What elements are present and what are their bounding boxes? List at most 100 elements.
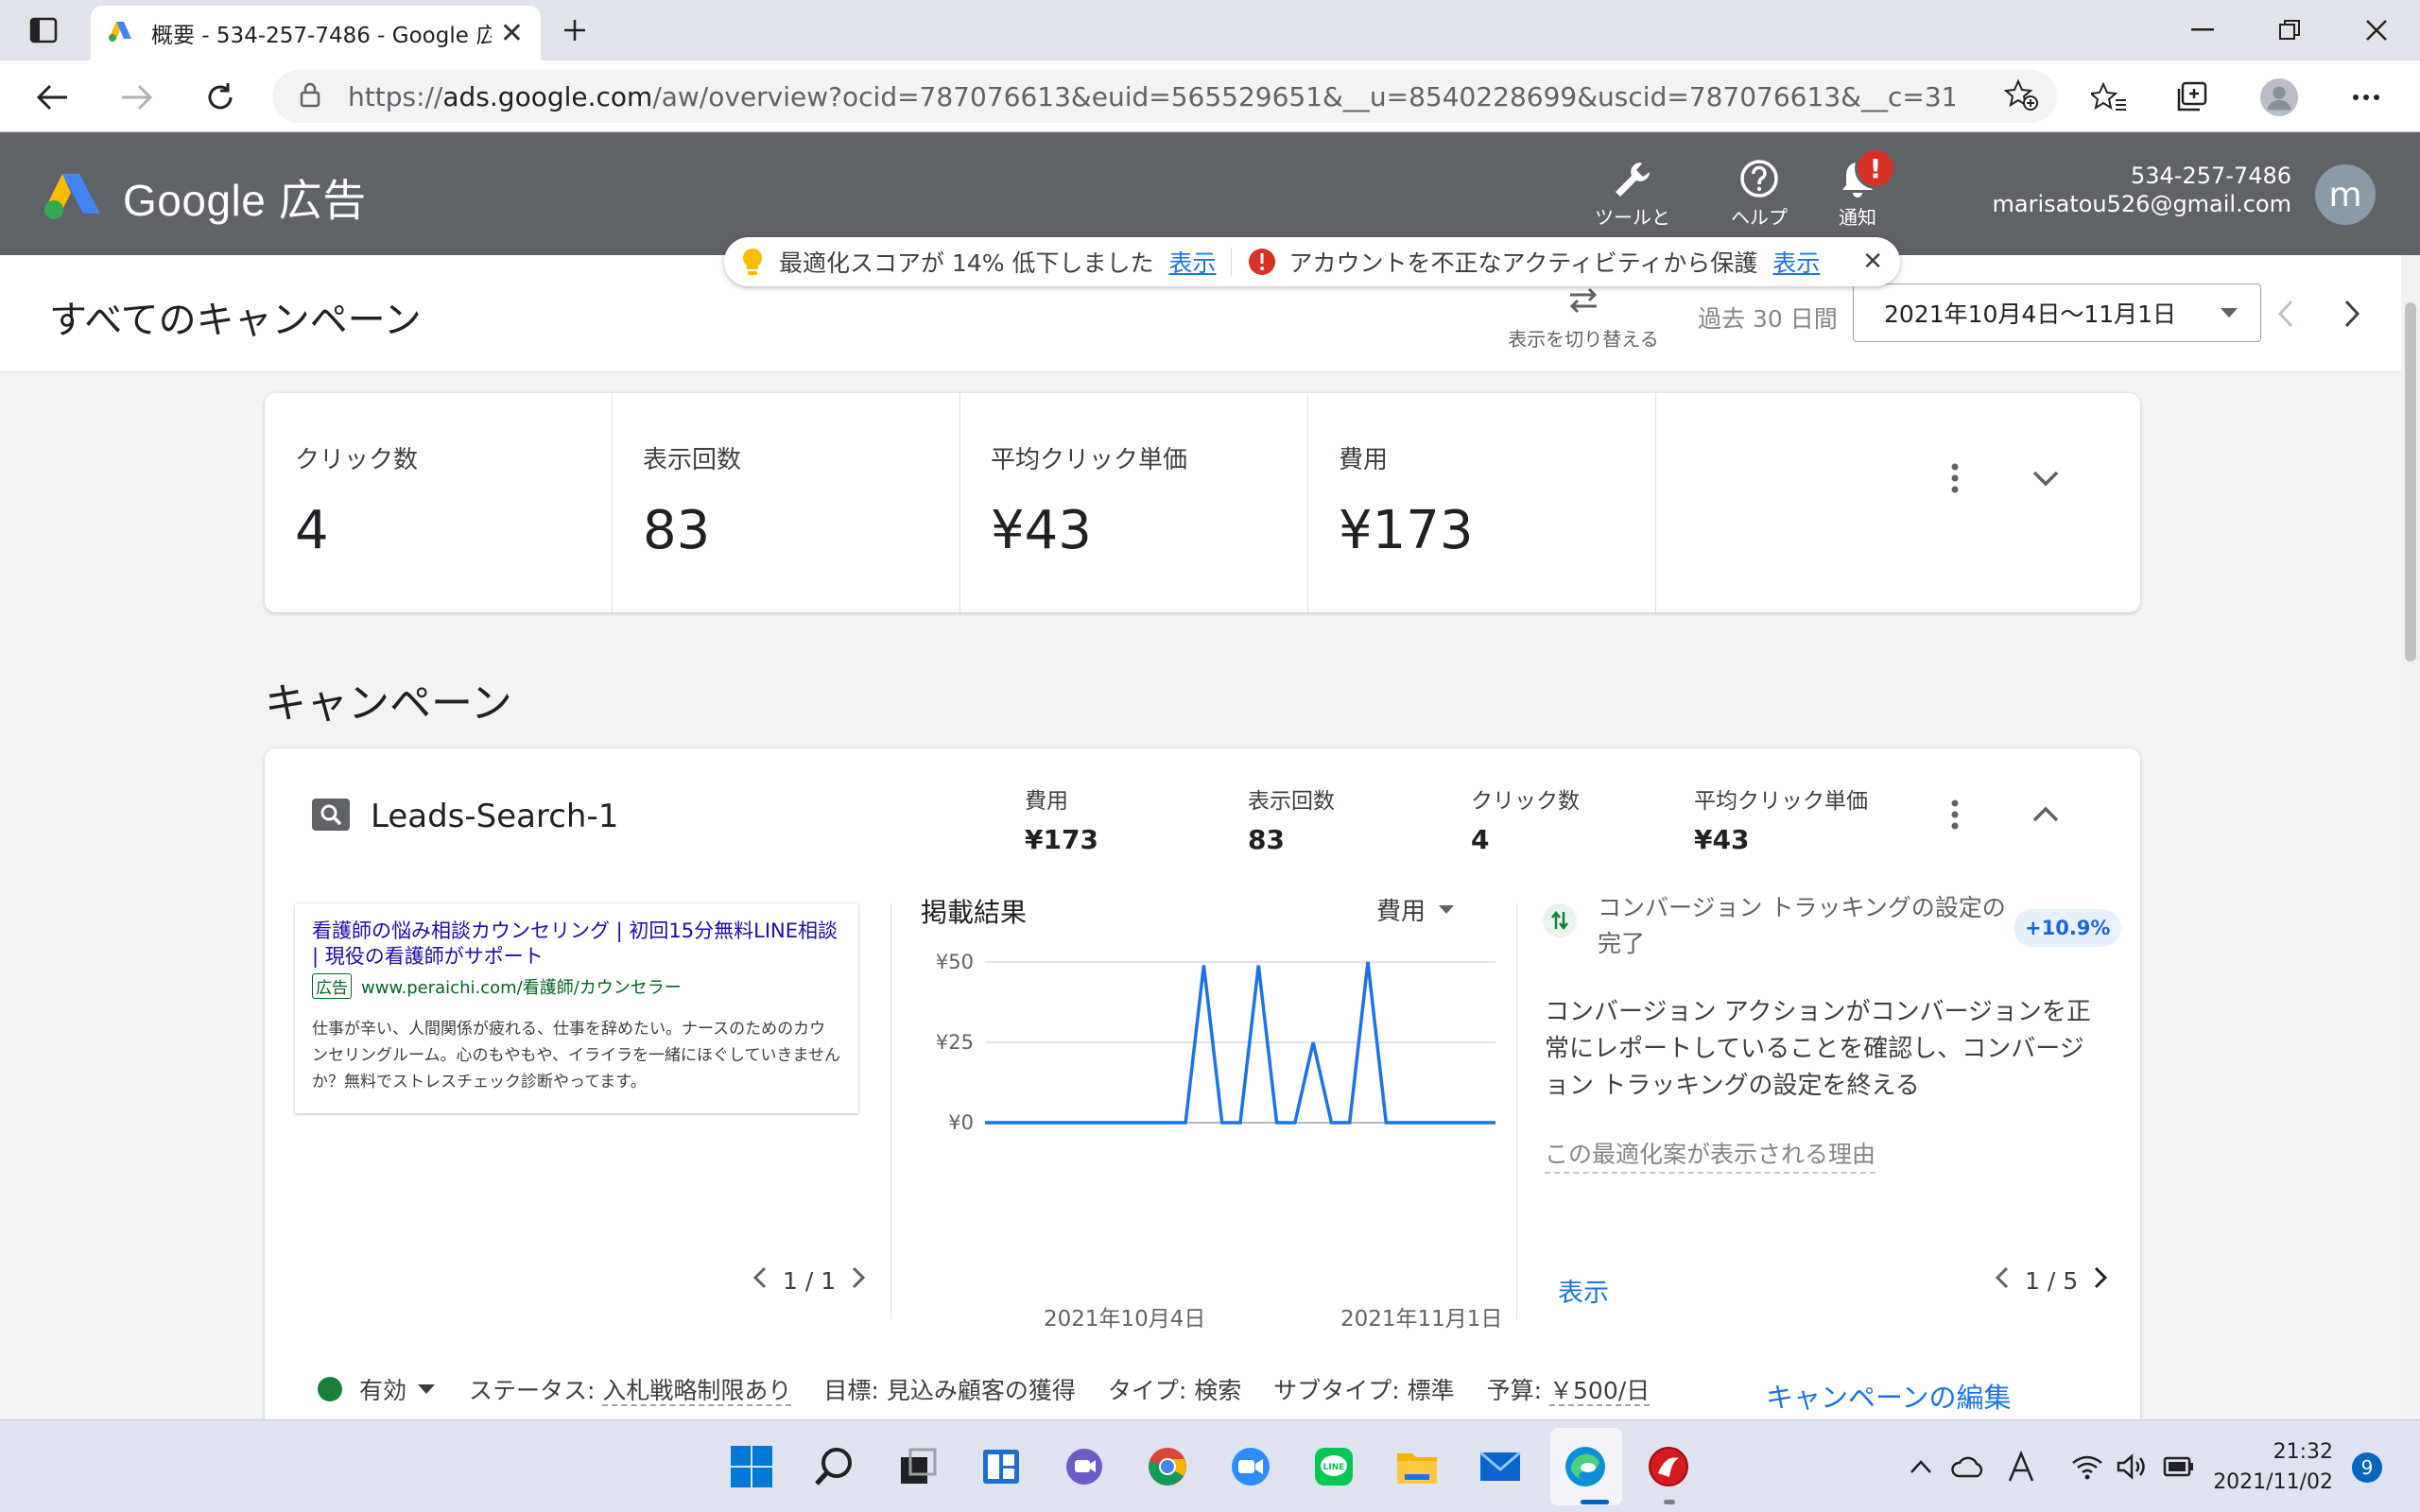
onedrive-icon[interactable] — [1949, 1441, 1987, 1492]
budget-value[interactable]: ￥500/日 — [1549, 1377, 1651, 1406]
dismiss-alert-icon[interactable]: ✕ — [1862, 248, 1883, 276]
system-clock[interactable]: 21:32 2021/11/02 — [2212, 1437, 2333, 1498]
battery-icon[interactable] — [2159, 1441, 2197, 1492]
collections-icon[interactable] — [2172, 77, 2212, 117]
collapse-icon[interactable] — [2029, 798, 2063, 835]
close-window-icon[interactable] — [2348, 11, 2405, 49]
help-label: ヘルプ — [1731, 206, 1788, 229]
status-label: ステータス: — [469, 1377, 596, 1404]
chevron-right-icon[interactable] — [851, 1266, 866, 1295]
status-value[interactable]: 入札戦略制限あり — [602, 1377, 792, 1406]
dropdown-caret-icon[interactable] — [418, 1384, 436, 1394]
score-alert-link[interactable]: 表示 — [1168, 245, 1216, 279]
account-info[interactable]: 534-257-7486 marisatou526@gmail.com — [1993, 163, 2292, 217]
clock-time: 21:32 — [2273, 1440, 2333, 1464]
chevron-up-icon[interactable] — [1904, 1441, 1938, 1492]
favorites-icon[interactable] — [2089, 77, 2129, 117]
help-button[interactable]: ヘルプ — [1707, 159, 1811, 230]
notification-count-badge[interactable]: 9 — [2352, 1452, 2382, 1483]
url-text[interactable]: https://ads.google.com/aw/overview?ocid=… — [348, 81, 1955, 112]
stat-label: クリック数 — [295, 446, 419, 474]
stat-impressions[interactable]: 表示回数 83 — [613, 393, 960, 612]
dropdown-caret-icon — [1439, 905, 1455, 914]
campaign-state[interactable]: 有効 — [359, 1372, 406, 1406]
recommendation-pager-text: 1 / 5 — [2025, 1266, 2079, 1295]
recommendation-why-link[interactable]: この最適化案が表示される理由 — [1545, 1136, 1876, 1174]
avatar[interactable]: m — [2315, 164, 2376, 225]
add-favorite-icon[interactable] — [2003, 78, 2038, 114]
security-alert-link[interactable]: 表示 — [1772, 245, 1820, 279]
lock-icon[interactable] — [299, 81, 321, 112]
campaign-name[interactable]: Leads-Search-1 — [371, 798, 618, 835]
recommendation-icon — [1543, 903, 1577, 937]
campaign-more-options-icon[interactable] — [1949, 798, 1961, 835]
next-period-icon[interactable] — [2335, 297, 2369, 331]
new-tab-icon[interactable] — [558, 13, 592, 47]
browser-tab-strip: 概要 - 534-257-7486 - Google 広告 ✕ — [0, 0, 2420, 60]
campaign-stat-avg-cpc: 平均クリック単価 ¥43 — [1694, 782, 1868, 855]
tools-button[interactable]: ツールと — [1581, 159, 1685, 230]
stat-cost[interactable]: 費用 ¥173 — [1308, 393, 1656, 612]
volume-icon[interactable] — [2114, 1441, 2152, 1492]
start-menu-icon[interactable] — [726, 1441, 777, 1492]
expand-icon[interactable] — [2029, 461, 2063, 499]
chevron-left-icon[interactable] — [752, 1266, 768, 1295]
previous-period-icon[interactable] — [2269, 297, 2303, 331]
back-icon[interactable] — [32, 77, 72, 117]
ad-url-row: 広告 www.peraichi.com/看護師/カウンセラー — [312, 973, 841, 999]
browser-tab-active[interactable]: 概要 - 534-257-7486 - Google 広告 ✕ — [91, 6, 541, 60]
address-bar[interactable]: https://ads.google.com/aw/overview?ocid=… — [272, 70, 2057, 123]
campaign-stat-value: 4 — [1471, 824, 1490, 855]
task-view-icon[interactable] — [892, 1441, 943, 1492]
stat-empty-slot[interactable] — [1656, 393, 2004, 612]
stat-label: 平均クリック単価 — [991, 446, 1188, 474]
clock-date: 2021/11/02 — [2213, 1470, 2333, 1494]
campaign-stat-impressions: 表示回数 83 — [1248, 782, 1335, 855]
search-icon[interactable] — [809, 1441, 860, 1492]
switch-view-button[interactable]: 表示を切り替える — [1503, 282, 1664, 352]
recommendation-show-link[interactable]: 表示 — [1558, 1272, 1609, 1309]
edit-campaign-link[interactable]: キャンペーンの編集 — [1766, 1376, 2012, 1416]
stat-clicks[interactable]: クリック数 4 — [265, 393, 613, 612]
minimize-icon[interactable] — [2174, 11, 2231, 49]
zoom-icon[interactable] — [1225, 1441, 1276, 1492]
chevron-left-icon[interactable] — [1995, 1266, 2010, 1295]
page-scrollbar[interactable] — [2401, 255, 2420, 1419]
tab-close-icon[interactable]: ✕ — [500, 17, 524, 50]
wifi-icon[interactable] — [2068, 1441, 2106, 1492]
performance-title: 掲載結果 — [921, 897, 1028, 928]
stat-value: 4 — [295, 500, 329, 561]
chart-y-tick-label: ¥25 — [936, 1031, 974, 1054]
widgets-icon[interactable] — [976, 1441, 1027, 1492]
more-menu-icon[interactable] — [2346, 77, 2386, 117]
chrome-icon[interactable] — [1142, 1441, 1193, 1492]
profile-icon[interactable] — [2259, 77, 2299, 117]
tab-actions-icon[interactable] — [26, 13, 60, 47]
forward-icon[interactable] — [117, 77, 157, 117]
tab-title: 概要 - 534-257-7486 - Google 広告 — [151, 24, 492, 48]
date-range-label: 過去 30 日間 — [1698, 305, 1838, 333]
file-explorer-icon[interactable] — [1392, 1441, 1443, 1492]
chevron-right-icon[interactable] — [2093, 1266, 2108, 1295]
security-app-icon[interactable] — [1643, 1441, 1694, 1492]
metric-select[interactable]: 費用 — [1376, 892, 1455, 927]
line-icon[interactable]: LINE — [1308, 1441, 1359, 1492]
more-options-icon[interactable] — [1949, 461, 1961, 499]
ad-preview[interactable]: 看護師の悩み相談カウンセリング | 初回15分無料LINE相談 | 現役の看護師… — [295, 903, 858, 1113]
reload-icon[interactable] — [200, 77, 240, 117]
scrollbar-thumb[interactable] — [2405, 302, 2416, 662]
performance-chart[interactable]: ¥50 ¥25 ¥0 — [917, 947, 1503, 1145]
stat-avg-cpc[interactable]: 平均クリック単価 ¥43 — [960, 393, 1308, 612]
teams-chat-icon[interactable] — [1059, 1441, 1110, 1492]
campaign-header[interactable]: Leads-Search-1 — [312, 798, 618, 835]
ad-headline[interactable]: 看護師の悩み相談カウンセリング | 初回15分無料LINE相談 | 現役の看護師… — [312, 919, 841, 970]
date-range-select[interactable]: 2021年10月4日〜11月1日 — [1853, 284, 2261, 342]
google-ads-logo[interactable]: Google 広告 — [43, 166, 367, 229]
mail-icon[interactable] — [1475, 1441, 1526, 1492]
edge-icon[interactable] — [1560, 1441, 1611, 1492]
campaign-stat-value: ¥173 — [1025, 824, 1098, 855]
switch-view-label: 表示を切り替える — [1508, 328, 1659, 351]
restore-icon[interactable] — [2261, 11, 2318, 49]
budget-item: 予算: ￥500/日 — [1487, 1372, 1651, 1406]
ime-mode-icon[interactable] — [2002, 1441, 2040, 1492]
